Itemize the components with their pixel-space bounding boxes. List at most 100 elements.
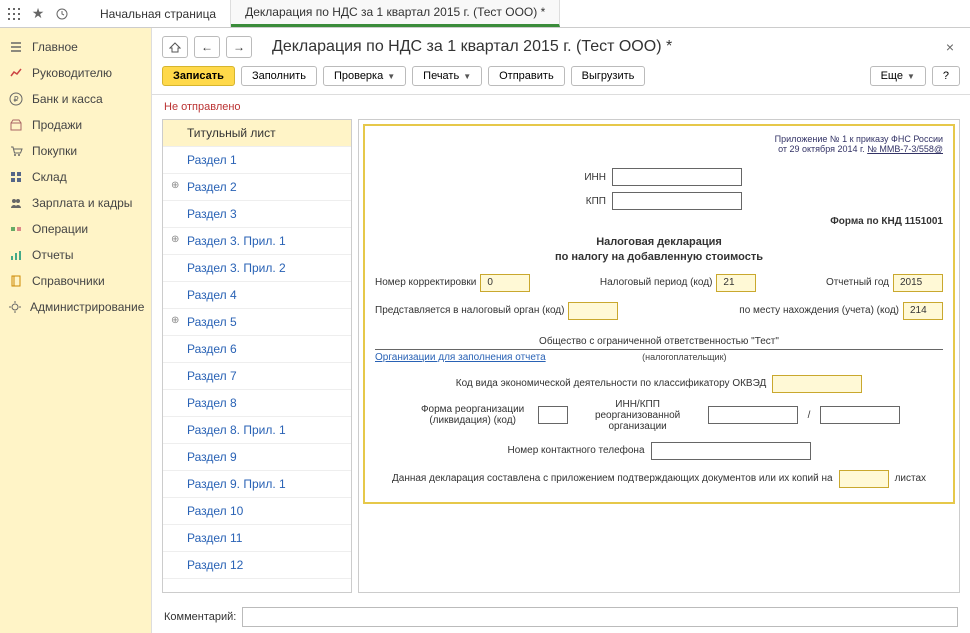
expand-icon[interactable]: ⊕	[171, 315, 179, 326]
section-5[interactable]: ⊕ Раздел 5	[163, 309, 351, 336]
check-button[interactable]: Проверка▼	[323, 66, 406, 86]
grid-icon	[8, 169, 24, 185]
page-title: Декларация по НДС за 1 квартал 2015 г. (…	[272, 38, 934, 56]
taxpayer-sub: (налогоплательщик)	[552, 352, 817, 362]
star-icon[interactable]: ★	[28, 4, 48, 24]
tab-declaration[interactable]: Декларация по НДС за 1 квартал 2015 г. (…	[231, 0, 560, 27]
action-bar: Записать Заполнить Проверка▼ Печать▼ Отп…	[152, 62, 970, 95]
reorg-inn-field[interactable]	[708, 406, 798, 424]
nav-label: Главное	[32, 40, 78, 54]
print-button[interactable]: Печать▼	[412, 66, 482, 86]
help-button[interactable]: ?	[932, 66, 960, 86]
fill-button[interactable]: Заполнить	[241, 66, 317, 86]
section-1[interactable]: Раздел 1	[163, 147, 351, 174]
loc-field[interactable]: 214	[903, 302, 943, 320]
year-field[interactable]: 2015	[893, 274, 943, 292]
organ-field[interactable]	[568, 302, 618, 320]
org-name: Общество с ограниченной ответственностью…	[375, 334, 943, 350]
tabs: Начальная страница Декларация по НДС за …	[86, 0, 560, 27]
svg-text:₽: ₽	[13, 95, 18, 104]
reorg-form-field[interactable]	[538, 406, 568, 424]
print-label: Печать	[423, 70, 459, 82]
save-button[interactable]: Записать	[162, 66, 235, 86]
attach-field[interactable]	[839, 470, 889, 488]
nav-purchases[interactable]: Покупки	[0, 138, 151, 164]
period-field[interactable]: 21	[716, 274, 756, 292]
nav-label: Операции	[32, 222, 88, 236]
nav-catalogs[interactable]: Справочники	[0, 268, 151, 294]
section-label: Раздел 10	[187, 504, 243, 518]
nav-warehouse[interactable]: Склад	[0, 164, 151, 190]
section-label: Раздел 2	[187, 180, 237, 194]
nav-label: Покупки	[32, 144, 77, 158]
inn-field[interactable]	[612, 168, 742, 186]
attach-pre: Данная декларация составлена с приложени…	[392, 473, 833, 484]
section-label: Раздел 4	[187, 288, 237, 302]
nav-sales[interactable]: Продажи	[0, 112, 151, 138]
nav-label: Зарплата и кадры	[32, 196, 132, 210]
organ-label: Представляется в налоговый орган (код)	[375, 305, 564, 316]
section-7[interactable]: Раздел 7	[163, 363, 351, 390]
appendix-link[interactable]: № ММВ-7-3/558@	[867, 144, 943, 154]
apps-icon[interactable]	[4, 4, 24, 24]
section-label: Раздел 12	[187, 558, 243, 572]
menu-icon	[8, 39, 24, 55]
nav-reports[interactable]: Отчеты	[0, 242, 151, 268]
section-label: Раздел 3. Прил. 1	[187, 234, 286, 248]
history-icon[interactable]	[52, 4, 72, 24]
section-8[interactable]: Раздел 8	[163, 390, 351, 417]
corr-field[interactable]: 0	[480, 274, 530, 292]
phone-field[interactable]	[651, 442, 811, 460]
send-button[interactable]: Отправить	[488, 66, 565, 86]
section-label: Раздел 11	[187, 531, 242, 545]
nav-bank[interactable]: ₽ Банк и касса	[0, 86, 151, 112]
export-button[interactable]: Выгрузить	[571, 66, 646, 86]
nav-main[interactable]: Главное	[0, 34, 151, 60]
back-button[interactable]: ←	[194, 36, 220, 58]
kpp-label: КПП	[576, 196, 606, 207]
home-button[interactable]	[162, 36, 188, 58]
section-12[interactable]: Раздел 12	[163, 552, 351, 579]
nav-payroll[interactable]: Зарплата и кадры	[0, 190, 151, 216]
expand-icon[interactable]: ⊕	[171, 234, 179, 245]
org-link[interactable]: Организации для заполнения отчета	[375, 352, 546, 363]
loc-label: по месту нахождения (учета) (код)	[739, 305, 899, 316]
section-9-app1[interactable]: Раздел 9. Прил. 1	[163, 471, 351, 498]
section-3-app1[interactable]: ⊕ Раздел 3. Прил. 1	[163, 228, 351, 255]
reorg-kpp-field[interactable]	[820, 406, 900, 424]
left-nav: Главное Руководителю ₽ Банк и касса Прода…	[0, 28, 152, 633]
status-text: Не отправлено	[152, 95, 970, 119]
section-6[interactable]: Раздел 6	[163, 336, 351, 363]
section-3-app2[interactable]: Раздел 3. Прил. 2	[163, 255, 351, 282]
section-3[interactable]: Раздел 3	[163, 201, 351, 228]
inn-label: ИНН	[576, 172, 606, 183]
section-4[interactable]: Раздел 4	[163, 282, 351, 309]
cart-icon	[8, 143, 24, 159]
book-icon	[8, 273, 24, 289]
kpp-field[interactable]	[612, 192, 742, 210]
section-8-app1[interactable]: Раздел 8. Прил. 1	[163, 417, 351, 444]
nav-operations[interactable]: Операции	[0, 216, 151, 242]
comment-input[interactable]	[242, 607, 958, 627]
section-title-page[interactable]: Титульный лист	[163, 120, 351, 147]
section-2[interactable]: ⊕ Раздел 2	[163, 174, 351, 201]
tab-home[interactable]: Начальная страница	[86, 0, 231, 27]
more-label: Еще	[881, 70, 903, 82]
nav-label: Отчеты	[32, 248, 73, 262]
expand-icon[interactable]: ⊕	[171, 180, 179, 191]
more-button[interactable]: Еще▼	[870, 66, 926, 86]
forward-button[interactable]: →	[226, 36, 252, 58]
nav-label: Банк и касса	[32, 92, 103, 106]
close-icon[interactable]: ×	[940, 37, 960, 57]
nav-leader[interactable]: Руководителю	[0, 60, 151, 86]
okved-field[interactable]	[772, 375, 862, 393]
workspace: Титульный лист Раздел 1 ⊕ Раздел 2 Раздел…	[152, 119, 970, 601]
section-label: Раздел 5	[187, 315, 237, 329]
titlebar: ★ Начальная страница Декларация по НДС з…	[0, 0, 970, 28]
section-11[interactable]: Раздел 11	[163, 525, 351, 552]
section-9[interactable]: Раздел 9	[163, 444, 351, 471]
attach-post: листах	[895, 473, 926, 484]
nav-admin[interactable]: Администрирование	[0, 294, 151, 320]
check-label: Проверка	[334, 70, 383, 82]
section-10[interactable]: Раздел 10	[163, 498, 351, 525]
